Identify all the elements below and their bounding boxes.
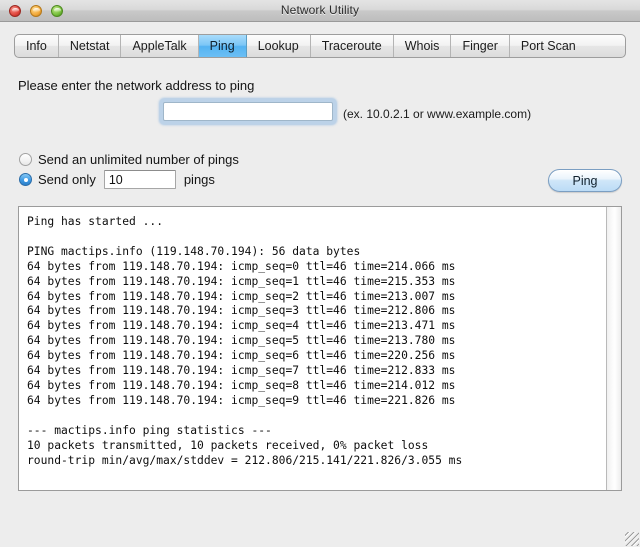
window-resize-grip[interactable] bbox=[625, 532, 639, 546]
tab-port-scan[interactable]: Port Scan bbox=[510, 35, 587, 57]
window-title: Network Utility bbox=[280, 3, 360, 17]
address-field-focus-ring bbox=[160, 99, 336, 124]
address-example-hint: (ex. 10.0.2.1 or www.example.com) bbox=[343, 107, 532, 121]
tab-traceroute[interactable]: Traceroute bbox=[311, 35, 394, 57]
radio-unlimited-row[interactable]: Send an unlimited number of pings bbox=[19, 152, 239, 167]
tab-info[interactable]: Info bbox=[15, 35, 59, 57]
tab-finger[interactable]: Finger bbox=[451, 35, 510, 57]
radio-send-only-icon[interactable] bbox=[19, 173, 32, 186]
ping-count-input[interactable] bbox=[103, 170, 176, 189]
window-titlebar: Network Utility bbox=[0, 0, 640, 22]
radio-unlimited-icon[interactable] bbox=[19, 153, 32, 166]
address-input[interactable] bbox=[163, 102, 333, 121]
tab-appletalk[interactable]: AppleTalk bbox=[121, 35, 199, 57]
ping-output-pane: Ping has started ... PING mactips.info (… bbox=[18, 206, 622, 491]
ping-output-text[interactable]: Ping has started ... PING mactips.info (… bbox=[19, 207, 607, 490]
tab-bar: Info Netstat AppleTalk Ping Lookup Trace… bbox=[14, 34, 626, 58]
tab-netstat[interactable]: Netstat bbox=[59, 35, 122, 57]
ping-button[interactable]: Ping bbox=[548, 169, 622, 192]
output-vertical-scrollbar[interactable] bbox=[606, 207, 621, 490]
ping-count-unit-label: pings bbox=[183, 172, 215, 187]
tab-lookup[interactable]: Lookup bbox=[247, 35, 311, 57]
radio-send-only-row[interactable]: Send only pings bbox=[19, 170, 215, 189]
tab-ping[interactable]: Ping bbox=[198, 35, 247, 57]
radio-unlimited-label: Send an unlimited number of pings bbox=[38, 152, 239, 167]
radio-send-only-label: Send only bbox=[38, 172, 96, 187]
network-utility-window: Network Utility Info Netstat AppleTalk P… bbox=[0, 0, 640, 547]
tab-whois[interactable]: Whois bbox=[394, 35, 452, 57]
prompt-label: Please enter the network address to ping bbox=[18, 78, 255, 93]
